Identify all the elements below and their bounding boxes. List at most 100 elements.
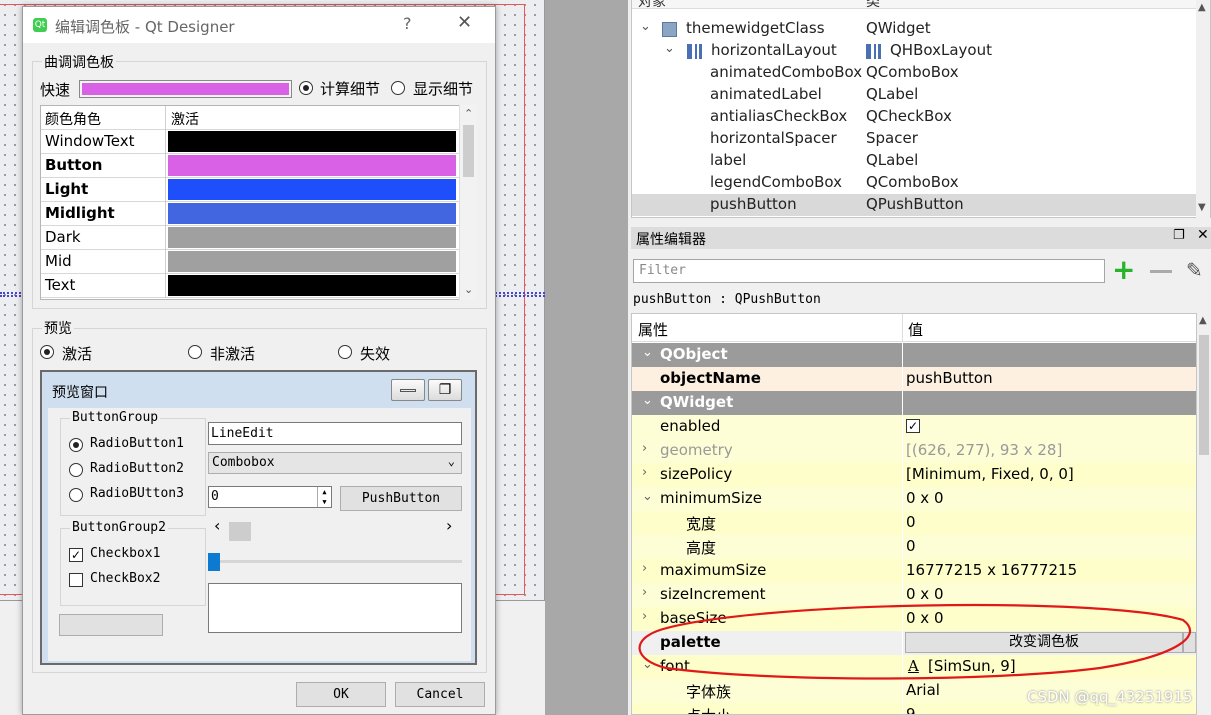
palette-row[interactable]: Midlight — [41, 202, 459, 226]
close-icon[interactable]: ✕ — [1197, 227, 1209, 243]
help-button[interactable]: ? — [403, 14, 412, 33]
palette-role-name: Light — [45, 180, 89, 198]
palette-row[interactable]: Light — [41, 178, 459, 202]
chevron-down-icon[interactable]: ⌄ — [664, 41, 675, 56]
show-details-radio[interactable] — [391, 81, 405, 95]
close-button[interactable]: ✕ — [457, 12, 472, 33]
property-category[interactable]: ⌄ QWidget — [632, 391, 1196, 415]
preview-disabled-radio[interactable] — [338, 345, 352, 359]
palette-color-swatch[interactable] — [168, 251, 456, 272]
object-name: animatedComboBox — [710, 63, 863, 81]
object-tree-item[interactable]: horizontalSpacer Spacer — [632, 128, 1196, 150]
preview-active-radio[interactable] — [40, 345, 54, 359]
radio-button-1[interactable] — [69, 438, 83, 452]
spin-down-icon[interactable]: ▼ — [317, 497, 331, 507]
palette-color-swatch[interactable] — [168, 131, 456, 152]
palette-color-swatch[interactable] — [168, 275, 456, 296]
chevron-down-icon[interactable]: ⌄ — [642, 345, 653, 360]
scroll-up-icon[interactable]: ⌃ — [464, 107, 473, 120]
palette-row[interactable]: Dark — [41, 226, 459, 250]
chevron-down-icon[interactable]: ⌄ — [642, 489, 653, 504]
radio-button-3[interactable] — [69, 488, 83, 502]
palette-row[interactable]: Mid — [41, 250, 459, 274]
palette-row[interactable]: Button — [41, 154, 459, 178]
spin-box-value: 0 — [211, 489, 219, 504]
object-tree-item[interactable]: pushButton QPushButton — [632, 194, 1196, 216]
palette-role-table[interactable]: 颜色角色 激活 WindowText Button Light Midlight Dar… — [40, 105, 476, 300]
checkbox-1[interactable]: ✓ — [69, 548, 83, 562]
remove-property-icon[interactable] — [1150, 270, 1172, 273]
minimize-button[interactable] — [391, 379, 425, 401]
palette-table-scrollbar[interactable]: ⌃ ⌄ — [459, 105, 477, 300]
spin-box[interactable]: 0 ▲ ▼ — [208, 486, 332, 508]
scroll-up-icon[interactable]: ▲ — [1199, 315, 1207, 326]
line-edit[interactable]: LineEdit — [208, 422, 462, 445]
spin-up-icon[interactable]: ▲ — [317, 487, 331, 497]
restore-button[interactable]: ❐ — [428, 379, 462, 401]
scroll-right-icon[interactable]: › — [446, 516, 452, 535]
palette-role-name: WindowText — [45, 132, 135, 150]
object-inspector-scrollbar[interactable]: ▲ ▼ — [1196, 0, 1210, 218]
property-row[interactable]: 宽度 0 — [632, 511, 1196, 535]
float-icon[interactable]: ❐ — [1173, 228, 1185, 243]
object-name: legendComboBox — [710, 173, 843, 191]
property-row[interactable]: enabled ✓ — [632, 415, 1196, 439]
add-property-icon[interactable]: + — [1112, 256, 1138, 284]
wrench-icon[interactable]: ✎ — [1186, 258, 1203, 282]
scroll-left-icon[interactable]: ‹ — [214, 516, 220, 535]
slider-track[interactable] — [208, 560, 462, 563]
chevron-down-icon[interactable]: ⌄ — [642, 393, 653, 408]
cancel-button[interactable]: Cancel — [395, 682, 485, 707]
chevron-right-icon[interactable]: › — [642, 441, 647, 456]
palette-color-swatch[interactable] — [168, 203, 456, 224]
filter-input[interactable]: Filter — [633, 259, 1105, 283]
object-tree-item[interactable]: ⌄ horizontalLayout QHBoxLayout — [632, 40, 1196, 62]
disabled-button[interactable] — [59, 614, 163, 636]
property-subject: pushButton : QPushButton — [633, 292, 821, 307]
quick-label: 快速 — [40, 81, 71, 99]
push-button[interactable]: PushButton — [340, 486, 462, 511]
scrollbar-thumb[interactable] — [1199, 335, 1209, 455]
palette-color-swatch[interactable] — [168, 227, 456, 248]
radio-button-2[interactable] — [69, 463, 83, 477]
compute-details-radio[interactable] — [299, 81, 313, 95]
chevron-right-icon[interactable]: › — [642, 465, 647, 480]
property-row[interactable]: › geometry [(626, 277), 93 x 28] — [632, 439, 1196, 463]
property-row[interactable]: › maximumSize 16777215 x 16777215 — [632, 559, 1196, 583]
col-class-header: 类 — [866, 0, 880, 10]
property-row[interactable]: ⌄ minimumSize 0 x 0 — [632, 487, 1196, 511]
palette-color-swatch[interactable] — [168, 155, 456, 176]
chevron-down-icon[interactable]: ⌄ — [640, 19, 651, 34]
enabled-checkbox[interactable]: ✓ — [906, 419, 920, 433]
property-row[interactable]: › sizePolicy [Minimum, Fixed, 0, 0] — [632, 463, 1196, 487]
property-row[interactable]: 高度 0 — [632, 535, 1196, 559]
preview-inactive-radio[interactable] — [188, 345, 202, 359]
property-name-cell — [632, 703, 902, 714]
object-tree-item[interactable]: animatedComboBox QComboBox — [632, 62, 1196, 84]
dialog-titlebar[interactable]: Qt 编辑调色板 - Qt Designer ? ✕ — [23, 7, 495, 43]
object-tree-item[interactable]: antialiasCheckBox QCheckBox — [632, 106, 1196, 128]
object-tree-item[interactable]: legendComboBox QComboBox — [632, 172, 1196, 194]
scrollbar-thumb[interactable] — [463, 125, 474, 177]
quick-color-button[interactable] — [79, 80, 292, 98]
checkbox-2[interactable] — [69, 573, 83, 587]
property-category[interactable]: ⌄ QObject — [632, 343, 1196, 367]
text-edit[interactable] — [208, 583, 462, 633]
scroll-down-icon[interactable]: ⌄ — [464, 283, 473, 296]
palette-color-swatch[interactable] — [168, 179, 456, 200]
object-name: horizontalSpacer — [710, 129, 837, 147]
palette-row[interactable]: Text — [41, 274, 459, 298]
object-tree-item[interactable]: animatedLabel QLabel — [632, 84, 1196, 106]
object-tree-item[interactable]: label QLabel — [632, 150, 1196, 172]
object-tree-item[interactable]: ⌄ themewidgetClass QWidget — [632, 18, 1196, 40]
property-row[interactable]: objectName pushButton — [632, 367, 1196, 391]
scroll-up-icon[interactable]: ▲ — [1198, 2, 1206, 13]
palette-row[interactable]: WindowText — [41, 130, 459, 154]
ok-button[interactable]: OK — [296, 682, 386, 707]
chevron-right-icon[interactable]: › — [642, 561, 647, 576]
scroll-down-icon[interactable]: ▼ — [1198, 202, 1206, 213]
horizontal-scroll-thumb[interactable] — [229, 522, 251, 541]
annotation-ellipse — [638, 603, 1191, 680]
slider-handle[interactable] — [208, 553, 220, 571]
combobox[interactable]: Combobox ⌄ — [208, 452, 462, 474]
